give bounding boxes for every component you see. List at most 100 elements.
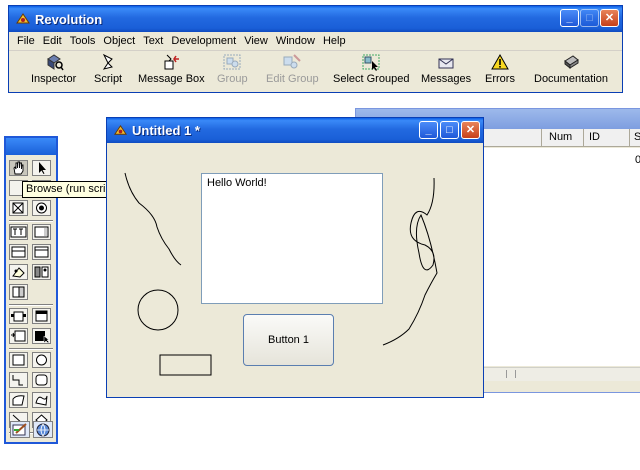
select-grouped-label: Select Grouped xyxy=(333,73,410,85)
documentation-label: Documentation xyxy=(534,73,608,85)
menu-text[interactable]: Text xyxy=(143,35,163,47)
curve-tool[interactable] xyxy=(9,392,28,408)
freehand-curve-right[interactable] xyxy=(382,177,438,346)
column-num[interactable]: Num xyxy=(549,131,572,143)
menu-tools[interactable]: Tools xyxy=(70,35,96,47)
option-menu-icon xyxy=(11,330,26,342)
menu-object[interactable]: Object xyxy=(103,35,135,47)
combo-box-tool[interactable] xyxy=(32,328,51,344)
rounded-rect-tool[interactable] xyxy=(32,372,51,388)
arrow-pointer-icon xyxy=(39,162,46,174)
menu-window[interactable]: Window xyxy=(276,35,315,47)
stack-window-title: Untitled 1 * xyxy=(132,123,200,138)
rectangle-tool[interactable] xyxy=(9,352,28,368)
freehand-tool[interactable] xyxy=(32,392,51,408)
oval-tool[interactable] xyxy=(32,352,51,368)
errors-label: Errors xyxy=(485,73,515,85)
player-tool[interactable] xyxy=(32,264,51,280)
freehand-curve-left[interactable] xyxy=(124,172,182,266)
menu-edit[interactable]: Edit xyxy=(43,35,62,47)
option-menu-tool[interactable] xyxy=(9,328,28,344)
palette-divider xyxy=(9,220,53,222)
minimize-button[interactable]: _ xyxy=(560,9,579,27)
checkbox-icon xyxy=(12,202,24,214)
menu-help[interactable]: Help xyxy=(323,35,346,47)
menu-development[interactable]: Development xyxy=(171,35,236,47)
script-button[interactable]: Script xyxy=(94,53,122,85)
inspector-button[interactable]: Inspector xyxy=(31,53,76,85)
field-text: Hello World! xyxy=(207,177,267,189)
table-field-icon xyxy=(11,246,26,258)
column-id[interactable]: ID xyxy=(589,131,600,143)
edit-group-label: Edit Group xyxy=(266,73,319,85)
button-1-label: Button 1 xyxy=(268,334,309,346)
menu-view[interactable]: View xyxy=(244,35,268,47)
documentation-button[interactable]: Documentation xyxy=(534,53,608,85)
table-field-tool[interactable] xyxy=(9,244,28,260)
palette-divider xyxy=(9,348,53,350)
curve-icon xyxy=(12,395,25,406)
menu-tool[interactable] xyxy=(32,308,51,324)
errors-button[interactable]: Errors xyxy=(485,53,515,85)
menu-file[interactable]: File xyxy=(17,35,35,47)
globe-icon xyxy=(36,423,50,437)
stack-maximize-button[interactable]: □ xyxy=(440,121,459,139)
column-separator[interactable] xyxy=(541,129,542,147)
scrollbar-icon xyxy=(12,286,25,298)
edit-group-button[interactable]: Edit Group xyxy=(266,53,319,85)
tab-panel-tool[interactable] xyxy=(9,308,28,324)
text-field-tool[interactable] xyxy=(32,224,51,240)
combo-box-icon xyxy=(35,331,50,343)
hand-icon xyxy=(13,161,24,175)
text-field-icon xyxy=(34,226,49,238)
stack-title-bar[interactable]: Untitled 1 * _ □ ✕ xyxy=(107,118,483,143)
select-grouped-button[interactable]: Select Grouped xyxy=(333,53,409,85)
group-label: Group xyxy=(217,73,248,85)
column-separator[interactable] xyxy=(583,129,584,147)
imported-controls-button[interactable] xyxy=(33,421,53,438)
group-icon xyxy=(223,54,241,70)
menu-bar: File Edit Tools Object Text Development … xyxy=(9,32,622,51)
main-window-title: Revolution xyxy=(35,11,103,27)
line-path-tool[interactable] xyxy=(9,372,28,388)
message-box-button[interactable]: Message Box xyxy=(138,53,205,85)
column-s[interactable]: S xyxy=(634,131,640,143)
browse-tool[interactable] xyxy=(9,160,28,176)
pointer-tool[interactable] xyxy=(32,160,51,176)
script-label: Script xyxy=(94,73,123,85)
documentation-icon xyxy=(564,55,579,70)
menu-icon xyxy=(35,310,48,322)
inspector-label: Inspector xyxy=(31,73,77,85)
column-separator[interactable] xyxy=(629,129,630,147)
stack-window: Untitled 1 * _ □ ✕ Hello World! Button 1 xyxy=(106,117,484,398)
scroll-grip-icon xyxy=(506,370,516,378)
label-field-tool[interactable] xyxy=(9,224,28,240)
image-tool[interactable] xyxy=(9,264,28,280)
scrolling-field-tool[interactable] xyxy=(32,244,51,260)
radio-tool[interactable] xyxy=(32,200,51,216)
rectangle-icon xyxy=(12,354,25,366)
checkbox-tool[interactable] xyxy=(9,200,28,216)
line-path-icon xyxy=(12,375,23,386)
palette-title-bar[interactable] xyxy=(6,138,56,155)
select-grouped-icon xyxy=(362,54,380,71)
close-button[interactable]: ✕ xyxy=(600,9,619,27)
radio-icon xyxy=(36,202,47,214)
edit-group-icon xyxy=(283,54,302,69)
stack-minimize-button[interactable]: _ xyxy=(419,121,438,139)
palette-divider xyxy=(9,304,53,306)
text-field[interactable]: Hello World! xyxy=(201,173,383,304)
button-1[interactable]: Button 1 xyxy=(243,314,334,366)
maximize-button[interactable]: □ xyxy=(580,9,599,27)
circle-graphic[interactable] xyxy=(137,289,179,331)
warning-icon xyxy=(491,53,509,70)
scrollbar-tool[interactable] xyxy=(9,284,28,300)
stack-close-button[interactable]: ✕ xyxy=(461,121,480,139)
oval-icon xyxy=(36,354,47,366)
paint-tools-button[interactable] xyxy=(10,421,30,438)
group-button[interactable]: Group xyxy=(217,53,248,85)
main-title-bar[interactable]: Revolution _ □ ✕ xyxy=(9,6,622,32)
rounded-rect-icon xyxy=(35,374,48,386)
rectangle-graphic[interactable] xyxy=(159,354,212,376)
messages-button[interactable]: Messages xyxy=(421,53,471,85)
